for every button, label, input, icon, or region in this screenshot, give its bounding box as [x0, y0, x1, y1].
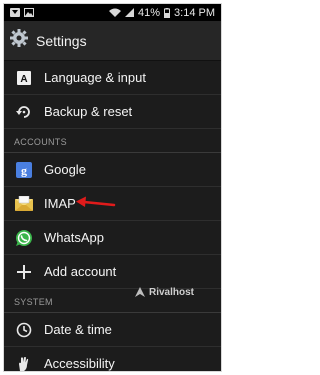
language-input-label: Language & input	[44, 70, 146, 85]
clock-icon	[14, 320, 34, 340]
add-account-item[interactable]: Add account	[4, 255, 221, 289]
svg-text:A: A	[20, 74, 27, 85]
google-account-item[interactable]: g Google	[4, 153, 221, 187]
accessibility-item[interactable]: Accessibility	[4, 347, 221, 372]
section-system-label: SYSTEM	[14, 297, 53, 307]
clock-time: 3:14 PM	[174, 6, 215, 19]
page-title: Settings	[36, 32, 87, 49]
google-icon: g	[14, 160, 34, 180]
date-time-label: Date & time	[44, 322, 112, 337]
accessibility-label: Accessibility	[44, 356, 115, 371]
add-account-label: Add account	[44, 264, 117, 279]
imap-account-item[interactable]: IMAP	[4, 187, 221, 221]
restore-icon	[14, 102, 34, 122]
envelope-icon	[14, 194, 34, 214]
whatsapp-label: WhatsApp	[44, 230, 104, 245]
watermark: Rivalhost	[134, 286, 194, 298]
svg-text:g: g	[21, 163, 27, 177]
date-time-item[interactable]: Date & time	[4, 313, 221, 347]
section-accounts: ACCOUNTS	[4, 129, 221, 153]
watermark-brand: Rivalhost	[149, 286, 195, 298]
phone-screen: 41% 3:14 PM Settings A Language & input …	[3, 3, 222, 372]
gear-icon	[10, 29, 28, 52]
imap-label: IMAP	[44, 196, 76, 211]
backup-reset-item[interactable]: Backup & reset	[4, 95, 221, 129]
settings-list: A Language & input Backup & reset ACCOUN…	[4, 61, 221, 372]
signal-icon	[125, 8, 134, 17]
battery-percent: 41%	[138, 6, 161, 19]
language-input-item[interactable]: A Language & input	[4, 61, 221, 95]
keyboard-a-icon: A	[14, 68, 34, 88]
whatsapp-icon	[14, 228, 34, 248]
settings-header[interactable]: Settings	[4, 21, 221, 61]
google-label: Google	[44, 162, 86, 177]
image-icon	[24, 8, 34, 17]
rivalhost-logo-icon	[135, 287, 145, 297]
red-arrow-icon	[76, 196, 116, 207]
notification-icon	[10, 8, 20, 17]
wifi-icon	[109, 8, 121, 17]
battery-icon	[164, 7, 171, 18]
plus-icon	[14, 262, 34, 282]
whatsapp-account-item[interactable]: WhatsApp	[4, 221, 221, 255]
backup-reset-label: Backup & reset	[44, 104, 133, 119]
status-bar: 41% 3:14 PM	[4, 4, 221, 21]
hand-icon	[14, 354, 34, 372]
